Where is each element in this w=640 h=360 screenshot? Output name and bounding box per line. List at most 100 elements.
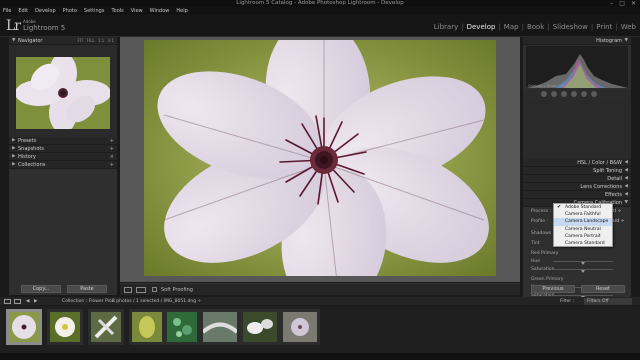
brand: Adobe Lightroom 5 [23,19,65,32]
effects-title: Effects [605,192,622,198]
close-button[interactable]: ✕ [631,0,636,7]
presets-header[interactable]: ▶ Presets + [9,137,117,145]
menu-help[interactable]: Help [176,7,187,15]
add-snapshot-icon[interactable]: + [110,145,114,153]
profile-label: Profile : [531,219,548,224]
filter-select[interactable]: Filters Off [584,298,632,305]
presets-title: Presets [18,138,37,144]
right-panel-buttons: Previous Reset [523,285,631,295]
image-workspace[interactable] [120,37,520,282]
section-label: Red Primary [531,251,559,256]
profile-option-camera-portrait[interactable]: Camera Portrait [554,233,612,240]
slider-knob[interactable] [581,262,585,265]
spot-removal-icon[interactable] [551,91,557,97]
menu-tools[interactable]: Tools [111,7,123,15]
menu-edit[interactable]: Edit [18,7,28,15]
expand-triangle-icon: ◀ [624,160,628,165]
profile-option-camera-standard[interactable]: Camera Standard [554,240,612,247]
soft-proofing-checkbox[interactable] [152,287,157,292]
before-after-icon[interactable] [136,287,146,293]
split-toning-header[interactable]: Split Toning ◀ [523,167,631,175]
tool-strip [523,89,631,99]
filmstrip-thumbnail[interactable] [240,309,280,345]
process-label: Process : [531,209,552,214]
menu-settings[interactable]: Settings [84,7,105,15]
slider-knob[interactable] [581,270,585,273]
histogram-title: Histogram [596,38,622,44]
profile-option-camera-landscape[interactable]: Camera Landscape [554,218,612,226]
filmstrip-thumbnail[interactable] [6,309,42,345]
forward-arrow-icon[interactable]: ▶ [34,297,37,306]
expand-triangle-icon: ◀ [624,168,628,173]
snapshots-title: Snapshots [18,146,44,152]
menu-window[interactable]: Window [150,7,170,15]
history-title: History [18,154,36,160]
adjustment-brush-icon[interactable] [591,91,597,97]
filmstrip-thumbnail[interactable] [280,309,320,345]
add-preset-icon[interactable]: + [110,137,114,145]
profile-option-camera-neutral[interactable]: Camera Neutral [554,226,612,233]
lens-corrections-header[interactable]: Lens Corrections ◀ [523,183,631,191]
history-header[interactable]: ▶ History × [9,153,117,161]
crop-icon[interactable] [541,91,547,97]
filmstrip-source[interactable]: Collection : Flower Pics [62,297,114,306]
paste-button[interactable]: Paste [67,285,107,293]
filter-label: Filter : [560,299,575,304]
radial-filter-icon[interactable] [581,91,587,97]
add-collection-icon[interactable]: + [110,161,114,169]
graduated-filter-icon[interactable] [571,91,577,97]
filmstrip-info[interactable]: 8 photos / 1 selected / IMG_8051.dng ÷ [112,297,201,306]
navigator-zoom-options[interactable]: FIT FILL 1:1 3:1 [77,37,114,45]
histogram[interactable]: Original + Smart Preview [526,46,628,88]
expand-triangle-icon: ◀ [624,184,628,189]
menu-view[interactable]: View [131,7,143,15]
reset-button[interactable]: Reset [581,285,625,293]
detail-title: Detail [607,176,622,182]
module-print[interactable]: Print [596,23,612,31]
filmstrip-thumbnail[interactable] [164,309,200,345]
expand-triangle-icon: ▶ [12,146,16,151]
menu-develop[interactable]: Develop [35,7,56,15]
grid-view-icon[interactable] [14,299,21,304]
module-web[interactable]: Web [621,23,636,31]
profile-option-adobe-standard[interactable]: ✔ Adobe Standard [554,204,612,211]
navigator-header[interactable]: ▼ Navigator FIT FILL 1:1 3:1 [9,37,117,45]
module-map[interactable]: Map [504,23,519,31]
collections-header[interactable]: ▶ Collections + [9,161,117,169]
filmstrip-thumbnail[interactable] [47,309,83,345]
filmstrip-thumbnail[interactable] [88,309,124,345]
filmstrip-thumbnail[interactable] [200,309,240,345]
effects-header[interactable]: Effects ◀ [523,191,631,199]
detail-header[interactable]: Detail ◀ [523,175,631,183]
split-toning-title: Split Toning [593,168,622,174]
clear-history-icon[interactable]: × [110,153,114,161]
lens-corrections-title: Lens Corrections [580,184,622,190]
window-title: Lightroom 5 Catalog - Adobe Photoshop Li… [236,0,404,6]
previous-button[interactable]: Previous [531,285,575,293]
hsl-header[interactable]: HSL / Color / B&W ◀ [523,159,631,167]
hsl-tabs: HSL / Color / B&W [577,160,622,166]
loupe-view-icon[interactable] [124,287,132,293]
filmstrip-thumbnail[interactable] [129,309,165,345]
collapse-triangle-icon: ▼ [12,38,16,43]
basic-panel-collapsed [523,99,631,159]
module-book[interactable]: Book [527,23,544,31]
snapshots-header[interactable]: ▶ Snapshots + [9,145,117,153]
copy-button[interactable]: Copy... [21,285,61,293]
back-arrow-icon[interactable]: ◀ [26,297,29,306]
module-slideshow[interactable]: Slideshow [553,23,588,31]
maximize-button[interactable]: □ [619,0,625,7]
histogram-header[interactable]: Histogram ▼ [523,37,631,45]
module-library[interactable]: Library [434,23,458,31]
menu-file[interactable]: File [3,7,11,15]
main-photo[interactable] [144,40,496,276]
minimize-button[interactable]: – [610,0,613,7]
secondary-window-icon[interactable] [4,299,11,304]
menu-photo[interactable]: Photo [63,7,77,15]
profile-option-camera-faithful[interactable]: Camera Faithful [554,211,612,218]
red-eye-icon[interactable] [561,91,567,97]
thumbnail-image [203,312,237,342]
navigator-preview[interactable] [9,45,117,137]
checkmark-icon: ✔ [557,204,562,210]
module-develop[interactable]: Develop [467,23,496,31]
